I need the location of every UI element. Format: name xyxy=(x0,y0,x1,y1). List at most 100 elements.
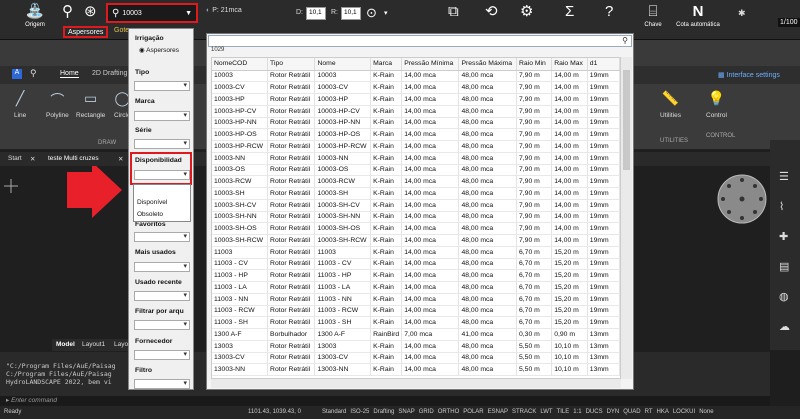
table-row[interactable]: 10003-CV Rotor Retrátil 10003-CV K-Rain 14,0… xyxy=(212,81,620,94)
table-row[interactable]: 11003 - CV Rotor Retrátil 11003 - CV K-Rain… xyxy=(212,258,620,271)
d-input[interactable]: 10,1 xyxy=(306,7,326,20)
status-toggle[interactable]: 1:1 xyxy=(573,409,581,415)
close-icon[interactable]: ✕ xyxy=(118,155,123,163)
search-icon[interactable]: ⚲ xyxy=(622,36,628,45)
table-row[interactable]: 13003-NN Rotor Retrátil 13003-NN K-Rain 14,0… xyxy=(212,363,620,376)
serie-select[interactable] xyxy=(134,139,190,149)
status-toggle[interactable]: TILE xyxy=(557,409,570,415)
status-toggle[interactable]: RT xyxy=(645,409,653,415)
table-row[interactable]: 10003-HP-NN Rotor Retrátil 10003-HP-NN K-Ra… xyxy=(212,117,620,130)
table-row[interactable]: 10003-HP-RCW Rotor Retrátil 10003-HP-RCW K-… xyxy=(212,140,620,153)
control-tool[interactable]: 💡 Control xyxy=(706,90,727,119)
column-header[interactable]: Marca xyxy=(370,58,403,71)
table-row[interactable]: 11003 - LA Rotor Retrátil 11003 - LA K-Rain… xyxy=(212,281,620,294)
command-input[interactable]: ▸ Enter command xyxy=(0,396,770,406)
target-icon[interactable]: ⊙ xyxy=(366,5,377,21)
option-disponivel[interactable]: Disponível xyxy=(137,199,167,206)
column-header[interactable]: Raio Max xyxy=(551,58,588,71)
status-toggle[interactable]: LOCKUI xyxy=(673,409,695,415)
vertical-scroll-thumb[interactable] xyxy=(623,70,630,170)
marca-select[interactable] xyxy=(134,111,190,121)
tab-drawing[interactable]: teste Multi cruzes xyxy=(48,155,99,162)
r-input[interactable]: 10,1 xyxy=(341,7,361,20)
puzzle-icon[interactable]: ✚ xyxy=(779,230,788,243)
app-logo-icon[interactable]: A xyxy=(12,69,22,79)
status-toggle[interactable]: HKA xyxy=(657,409,669,415)
table-row[interactable]: 11003 - SH Rotor Retrátil 11003 - SH K-Rain… xyxy=(212,316,620,329)
sprinkler-select[interactable]: ⚲ 10003 ▼ xyxy=(106,3,198,23)
usado-recente-select[interactable] xyxy=(134,291,190,301)
fornecedor-select[interactable] xyxy=(134,350,190,360)
table-row[interactable]: 10003-HP-OS Rotor Retrátil 10003-HP-OS K-Ra… xyxy=(212,128,620,141)
status-toggle[interactable]: ORTHO xyxy=(438,409,460,415)
disponibilidade-dropdown[interactable]: Disponível Obsoleto xyxy=(133,184,191,222)
tab-2d-drafting[interactable]: 2D Drafting xyxy=(92,70,127,77)
table-row[interactable]: 11003 - HP Rotor Retrátil 11003 - HP K-Rain… xyxy=(212,269,620,282)
option-obsoleto[interactable]: Obsoleto xyxy=(137,211,163,218)
origem-button[interactable]: ⛲ Origem xyxy=(20,2,50,38)
table-row[interactable]: 1300 A-F Borbulhador 1300 A-F RainBird 7,00 … xyxy=(212,328,620,341)
filtrar-arquivo-select[interactable] xyxy=(134,320,190,330)
rectangle-tool[interactable]: ▭ Rectangle xyxy=(76,90,105,119)
status-toggle[interactable]: GRID xyxy=(419,409,434,415)
irrigacao-radio[interactable]: ◉ Aspersores xyxy=(139,46,179,54)
column-header[interactable]: NomeCOD xyxy=(212,58,269,71)
chave-button[interactable]: ⌸ Chave xyxy=(642,2,664,38)
column-header[interactable]: Nome xyxy=(314,58,372,71)
table-row[interactable]: 10003-HP Rotor Retrátil 10003-HP K-Rain 14,0… xyxy=(212,93,620,106)
table-row[interactable]: 11003 - NN Rotor Retrátil 11003 - NN K-Rain… xyxy=(212,293,620,306)
table-row[interactable]: 10003-HP-CV Rotor Retrátil 10003-HP-CV K-Ra… xyxy=(212,105,620,118)
paperclip-icon[interactable]: ⌇ xyxy=(779,200,784,213)
favoritos-select[interactable] xyxy=(134,232,190,242)
table-row[interactable]: 11003 - RCW Rotor Retrátil 11003 - RCW K-Ra… xyxy=(212,305,620,318)
table-row[interactable]: 13003 Rotor Retrátil 13003 K-Rain 14,00 mca 4… xyxy=(212,340,620,353)
status-toggle[interactable]: STRACK xyxy=(512,409,536,415)
column-header[interactable]: Pressão Mínima xyxy=(401,58,460,71)
polyline-tool[interactable]: ⌒ Polyline xyxy=(46,90,69,119)
table-row[interactable]: 10003-SH Rotor Retrátil 10003-SH K-Rain 14,0… xyxy=(212,187,620,200)
status-toggle[interactable]: LWT xyxy=(540,409,552,415)
cota-button[interactable]: N Cota automática xyxy=(673,2,723,38)
status-toggle[interactable]: None xyxy=(699,409,713,415)
table-row[interactable]: 10003-SH-OS Rotor Retrátil 10003-SH-OS K-Ra… xyxy=(212,222,620,235)
table-row[interactable]: 13003-CV Rotor Retrátil 13003-CV K-Rain 14,0… xyxy=(212,352,620,365)
status-toggle[interactable]: ISO-25 xyxy=(350,409,369,415)
status-toggle[interactable]: POLAR xyxy=(463,409,483,415)
status-toggle[interactable]: Standard xyxy=(322,409,346,415)
horizontal-scrollbar[interactable] xyxy=(211,379,621,388)
utilities-tool[interactable]: 📏 Utilities xyxy=(660,90,681,119)
close-icon[interactable]: ✕ xyxy=(30,155,35,163)
table-row[interactable]: 10003-SH-CV Rotor Retrátil 10003-SH-CV K-Ra… xyxy=(212,199,620,212)
table-row[interactable]: 10003-NN Rotor Retrátil 10003-NN K-Rain 14,0… xyxy=(212,152,620,165)
document-icon[interactable]: ▤ xyxy=(779,260,789,273)
sliders-icon[interactable]: ☰ xyxy=(779,170,789,183)
globe-icon[interactable]: ◍ xyxy=(779,290,789,303)
line-tool[interactable]: ╱ Line xyxy=(14,90,26,119)
status-toggle[interactable]: QUAD xyxy=(623,409,640,415)
status-toggle[interactable]: Drafting xyxy=(373,409,394,415)
mais-usados-select[interactable] xyxy=(134,262,190,272)
tab-aspersores[interactable]: Aspersores xyxy=(63,26,109,38)
search-icon[interactable]: ⚲ xyxy=(30,68,37,79)
tab-home[interactable]: Home xyxy=(60,70,79,78)
tipo-select[interactable] xyxy=(134,81,190,91)
tab-model[interactable]: Model xyxy=(56,341,75,348)
target-chevron-icon[interactable]: ▾ xyxy=(384,9,388,17)
tab-layout2[interactable]: Layo xyxy=(114,341,128,348)
cloud-icon[interactable]: ☁ xyxy=(779,320,790,333)
filtro-select[interactable] xyxy=(134,379,190,389)
column-header[interactable]: Raio Min xyxy=(516,58,553,71)
column-header[interactable]: Tipo xyxy=(267,58,316,71)
table-search-input[interactable]: ⚲ xyxy=(208,35,632,47)
interface-settings-link[interactable]: ▦ Interface settings xyxy=(718,71,780,79)
table-row[interactable]: 10003-RCW Rotor Retrátil 10003-RCW K-Rain 14… xyxy=(212,175,620,188)
table-row[interactable]: 10003-SH-RCW Rotor Retrátil 10003-SH-RCW K-… xyxy=(212,234,620,247)
status-toggle[interactable]: SNAP xyxy=(398,409,414,415)
column-header[interactable]: Pressão Máxima xyxy=(458,58,518,71)
status-toggle[interactable]: DYN xyxy=(607,409,620,415)
tab-layout1[interactable]: Layout1 xyxy=(82,341,105,348)
column-header[interactable]: d1 xyxy=(587,58,620,71)
table-row[interactable]: 10003 Rotor Retrátil 10003 K-Rain 14,00 mca 4… xyxy=(212,70,620,83)
settings-icon[interactable]: ✱ xyxy=(738,8,746,19)
table-row[interactable]: 10003-OS Rotor Retrátil 10003-OS K-Rain 14,0… xyxy=(212,164,620,177)
